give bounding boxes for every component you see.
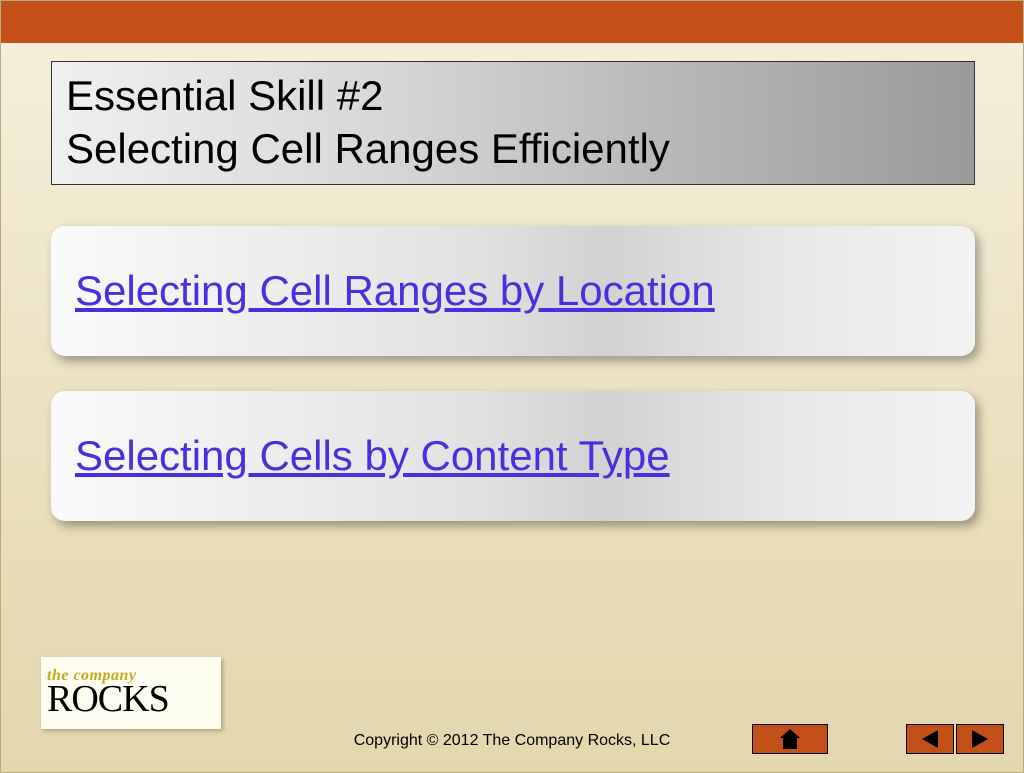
company-logo: the company ROCKS <box>41 657 221 729</box>
link-by-content-type[interactable]: Selecting Cells by Content Type <box>75 432 670 480</box>
home-button[interactable] <box>752 724 828 754</box>
title-line-1: Essential Skill #2 <box>66 70 960 123</box>
next-button[interactable] <box>956 724 1004 754</box>
arrow-left-icon <box>922 730 938 748</box>
previous-button[interactable] <box>906 724 954 754</box>
link-card-location[interactable]: Selecting Cell Ranges by Location <box>51 226 975 356</box>
home-icon <box>780 729 800 749</box>
logo-text-bottom: ROCKS <box>47 680 215 718</box>
arrow-right-icon <box>972 730 988 748</box>
top-accent-bar <box>1 1 1023 43</box>
copyright-text: Copyright © 2012 The Company Rocks, LLC <box>1 732 1023 750</box>
link-card-content-type[interactable]: Selecting Cells by Content Type <box>51 391 975 521</box>
title-line-2: Selecting Cell Ranges Efficiently <box>66 123 960 176</box>
slide-title-box: Essential Skill #2 Selecting Cell Ranges… <box>51 61 975 185</box>
link-by-location[interactable]: Selecting Cell Ranges by Location <box>75 267 715 315</box>
